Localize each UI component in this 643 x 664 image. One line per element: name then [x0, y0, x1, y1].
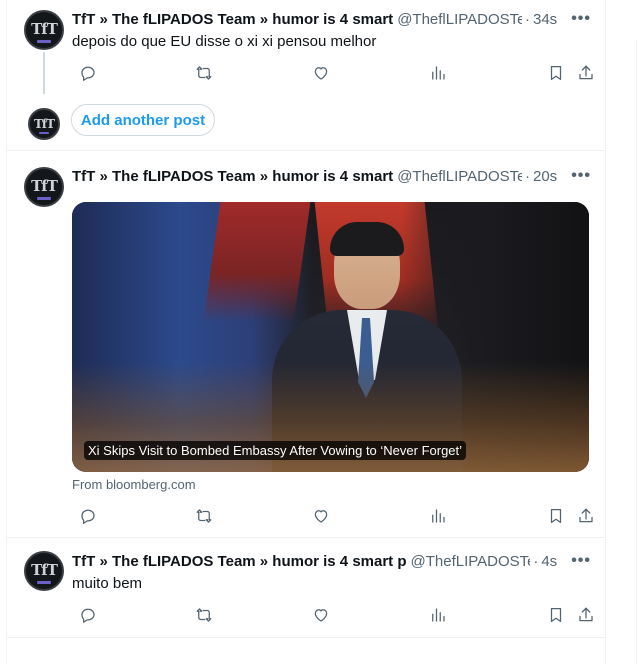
bookmark-button[interactable]	[544, 504, 568, 528]
add-another-post-button[interactable]: Add another post	[71, 104, 215, 136]
avatar-accent-bar	[37, 581, 51, 584]
repost-icon	[196, 509, 212, 523]
more-icon[interactable]: •••	[571, 552, 591, 570]
avatar-accent-bar	[39, 132, 49, 134]
views-button[interactable]	[426, 504, 450, 528]
post-time[interactable]: 20s	[533, 168, 557, 185]
post-actions	[72, 504, 597, 528]
like-button[interactable]	[309, 504, 333, 528]
reply-button[interactable]	[76, 603, 100, 627]
author-handle[interactable]: @ThefLIPADOSTe	[411, 553, 531, 570]
author-handle[interactable]: @TheflLIPADOSTe	[397, 168, 522, 185]
views-icon	[432, 608, 445, 622]
share-icon	[579, 508, 593, 523]
card-image-person-hair	[330, 222, 404, 256]
avatar-logo: TfT	[33, 117, 55, 131]
avatar-logo: TfT	[31, 177, 58, 195]
timeline: TfT TfT » The fLIPADOS Team » humor is 4…	[6, 0, 606, 664]
card-image-flag-red	[203, 202, 311, 322]
avatar-logo: TfT	[31, 561, 58, 579]
card-source[interactable]: From bloomberg.com	[72, 477, 196, 492]
share-button[interactable]	[574, 603, 598, 627]
reply-icon	[81, 509, 95, 524]
post-header: TfT » The fLIPADOS Team » humor is 4 sma…	[72, 165, 591, 187]
repost-button[interactable]	[192, 504, 216, 528]
right-column-edge	[636, 40, 643, 664]
avatar: TfT	[28, 108, 60, 140]
post-text: muito bem	[72, 575, 143, 592]
divider	[7, 537, 605, 538]
share-icon	[579, 607, 593, 622]
bookmark-button[interactable]	[544, 603, 568, 627]
repost-icon	[196, 608, 212, 622]
bookmark-icon	[550, 607, 562, 623]
author-name[interactable]: TfT » The fLIPADOS Team » humor is 4 sma…	[72, 553, 407, 570]
link-card[interactable]: Xi Skips Visit to Bombed Embassy After V…	[72, 202, 589, 472]
divider	[7, 637, 605, 638]
post-time[interactable]: 4s	[541, 553, 557, 570]
separator-dot: ·	[525, 167, 530, 185]
reply-button[interactable]	[76, 504, 100, 528]
reply-icon	[81, 608, 95, 623]
repost-button[interactable]	[192, 603, 216, 627]
avatar-accent-bar	[37, 197, 51, 200]
more-icon[interactable]: •••	[571, 167, 591, 185]
post-header: TfT » The fLIPADOS Team » humor is 4 sma…	[72, 550, 591, 572]
add-post-row: TfT Add another post	[7, 0, 605, 150]
like-button[interactable]	[309, 603, 333, 627]
bookmark-icon	[550, 508, 562, 524]
avatar[interactable]: TfT	[24, 167, 64, 207]
views-icon	[432, 509, 445, 523]
card-caption: Xi Skips Visit to Bombed Embassy After V…	[84, 441, 467, 460]
author-name[interactable]: TfT » The fLIPADOS Team » humor is 4 sma…	[72, 168, 393, 185]
separator-dot: ·	[533, 552, 539, 570]
like-icon	[314, 609, 328, 622]
post-actions	[72, 603, 597, 627]
views-button[interactable]	[426, 603, 450, 627]
like-icon	[314, 510, 328, 523]
share-button[interactable]	[574, 504, 598, 528]
avatar[interactable]: TfT	[24, 551, 64, 591]
